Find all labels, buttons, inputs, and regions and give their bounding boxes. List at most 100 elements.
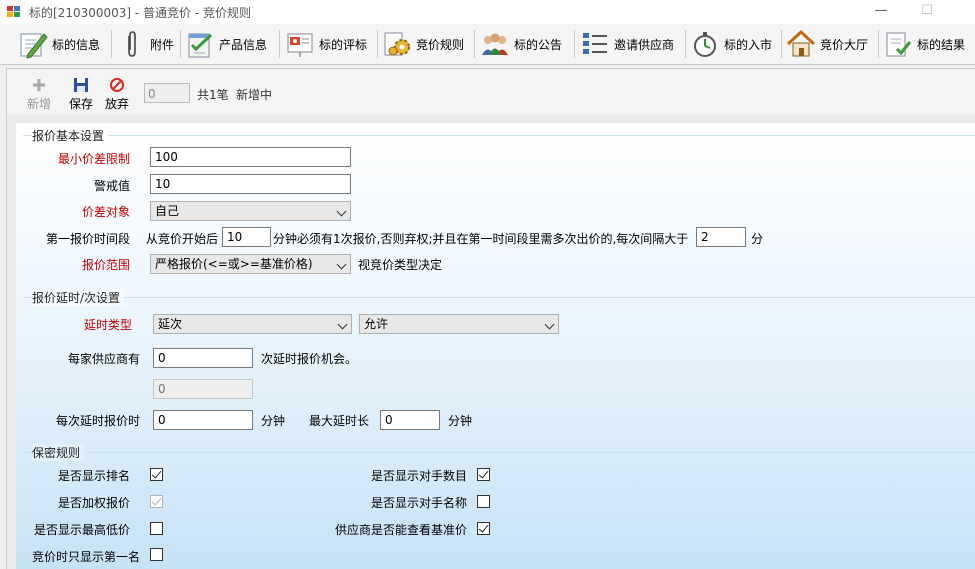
first-period-text-3: 分 <box>751 232 764 246</box>
first-period-text-1: 从竞价开始后 <box>146 232 219 246</box>
tab-attachment[interactable]: 附件 <box>116 28 174 60</box>
show-opp-name-checkbox[interactable] <box>477 495 490 508</box>
stopwatch-icon <box>690 29 720 59</box>
price-range-label: 报价范围 <box>81 258 130 272</box>
show-opp-name-label: 是否显示对手名称 <box>370 496 467 510</box>
toolbar-divider <box>180 30 181 58</box>
first-period-label: 第一报价时间段 <box>45 232 130 246</box>
house-icon <box>786 29 816 59</box>
presentation-icon <box>285 29 315 59</box>
delay-type-select[interactable]: 延次 <box>153 314 352 334</box>
edit-status: 新增中 <box>236 88 273 102</box>
people-icon <box>480 29 510 59</box>
toolbar-divider <box>111 30 112 58</box>
toolbar-divider <box>574 30 575 58</box>
toolbar-divider <box>685 30 686 58</box>
plus-icon <box>31 77 47 93</box>
rules-panel: 新增 保存 放弃 0 共1笔 新增中 报价基本设置 最小价差限制 100 警戒值… <box>6 68 975 569</box>
view-base-price-label: 供应商是否能查看基准价 <box>334 523 467 537</box>
edit-pencil-icon <box>18 29 48 59</box>
each-delay-input[interactable]: 0 <box>153 410 253 430</box>
show-first-only-checkbox[interactable] <box>150 548 163 561</box>
price-range-note: 视竞价类型决定 <box>358 258 443 272</box>
list-icon <box>580 29 610 59</box>
show-opp-count-checkbox[interactable] <box>477 468 490 481</box>
group-divider <box>23 297 975 298</box>
total-count: 共1笔 <box>197 88 229 102</box>
diff-target-label: 价差对象 <box>81 205 130 219</box>
weighted-bid-label: 是否加权报价 <box>57 496 130 510</box>
max-delay-label: 最大延时长 <box>309 414 370 428</box>
paperclip-icon <box>116 29 146 59</box>
group-title-delay: 报价延时/次设置 <box>32 289 125 306</box>
group-divider <box>23 135 975 136</box>
tab-bid-hall[interactable]: 竞价大厅 <box>786 28 868 60</box>
record-toolbar: 新增 保存 放弃 0 共1笔 新增中 <box>7 69 975 115</box>
toolbar-divider <box>474 30 475 58</box>
tab-bid-announcement[interactable]: 标的公告 <box>480 28 562 60</box>
delay-type-label: 延时类型 <box>83 318 132 332</box>
chevron-down-icon <box>337 319 348 330</box>
add-button[interactable]: 新增 <box>27 77 51 112</box>
tab-bid-market-entry[interactable]: 标的入市 <box>690 28 772 60</box>
view-base-price-checkbox[interactable] <box>477 522 490 535</box>
toolbar-divider <box>781 30 782 58</box>
checklist-icon <box>185 29 215 59</box>
each-supplier-label: 每家供应商有 <box>67 352 140 366</box>
chevron-down-icon <box>336 259 347 270</box>
disabled-input: 0 <box>153 379 253 399</box>
checkmark-icon <box>151 495 162 506</box>
delay-chances-input[interactable]: 0 <box>153 348 253 368</box>
window-title: 标的[210300003] - 普通竞价 - 竞价规则 <box>29 6 251 20</box>
show-rank-checkbox[interactable] <box>150 468 163 481</box>
toolbar-divider <box>377 30 378 58</box>
tab-product-info[interactable]: 产品信息 <box>185 28 267 60</box>
gears-icon <box>382 29 412 59</box>
warn-label: 警戒值 <box>93 179 130 193</box>
show-highlow-checkbox[interactable] <box>150 522 163 535</box>
cancel-icon <box>109 77 125 93</box>
diff-target-select[interactable]: 自己 <box>150 201 351 221</box>
group-divider <box>23 452 975 453</box>
save-button[interactable]: 保存 <box>69 77 93 112</box>
show-first-only-label: 竞价时只显示第一名 <box>31 550 140 564</box>
record-counter[interactable]: 0 <box>144 83 190 103</box>
checkmark-icon <box>478 522 489 533</box>
tab-invite-suppliers[interactable]: 邀请供应商 <box>580 28 674 60</box>
title-bar: 标的[210300003] - 普通竞价 - 竞价规则 — ☐ <box>0 0 975 24</box>
show-rank-label: 是否显示排名 <box>57 469 130 483</box>
tab-bid-rules[interactable]: 竞价规则 <box>382 28 464 60</box>
max-delay-input[interactable]: 0 <box>380 410 440 430</box>
weighted-bid-checkbox <box>150 495 163 508</box>
toolbar-divider <box>279 30 280 58</box>
min-diff-input[interactable]: 100 <box>150 147 351 167</box>
each-delay-label: 每次延时报价时 <box>55 414 140 428</box>
app-icon <box>7 6 21 18</box>
main-toolbar: 标的信息 附件 产品信息 标的评标 竞价规则 标的公告 邀请供应商 标的入市 竞… <box>0 24 975 65</box>
delay-allow-select[interactable]: 允许 <box>359 314 559 334</box>
chevron-down-icon <box>336 206 347 217</box>
first-period-text-2: 分钟必须有1次报价,否则弃权;并且在第一时间段里需多次出价的,每次间隔大于 <box>273 232 689 246</box>
group-title-secret: 保密规则 <box>32 444 85 461</box>
bid-interval-input[interactable]: 2 <box>696 227 746 247</box>
tab-bid-evaluation[interactable]: 标的评标 <box>285 28 367 60</box>
tab-bid-result[interactable]: 标的结果 <box>883 28 965 60</box>
minimize-button[interactable]: — <box>858 0 904 24</box>
group-title-basic: 报价基本设置 <box>32 127 109 144</box>
minutes-label-1: 分钟 <box>261 414 286 428</box>
price-range-select[interactable]: 严格报价(<=或>=基准价格) <box>150 254 351 274</box>
delay-chances-suffix: 次延时报价机会。 <box>261 352 358 366</box>
discard-button[interactable]: 放弃 <box>105 77 129 112</box>
min-diff-label: 最小价差限制 <box>57 152 130 166</box>
checkmark-icon <box>478 468 489 479</box>
show-opp-count-label: 是否显示对手数目 <box>370 469 467 483</box>
toolbar-divider <box>878 30 879 58</box>
maximize-button[interactable]: ☐ <box>904 0 950 24</box>
floppy-icon <box>73 77 89 93</box>
chevron-down-icon <box>544 319 555 330</box>
warn-input[interactable]: 10 <box>150 174 351 194</box>
first-period-minutes-input[interactable]: 10 <box>222 227 271 247</box>
show-highlow-label: 是否显示最高低价 <box>33 523 130 537</box>
tab-bid-info[interactable]: 标的信息 <box>18 28 100 60</box>
checkmark-icon <box>151 468 162 479</box>
